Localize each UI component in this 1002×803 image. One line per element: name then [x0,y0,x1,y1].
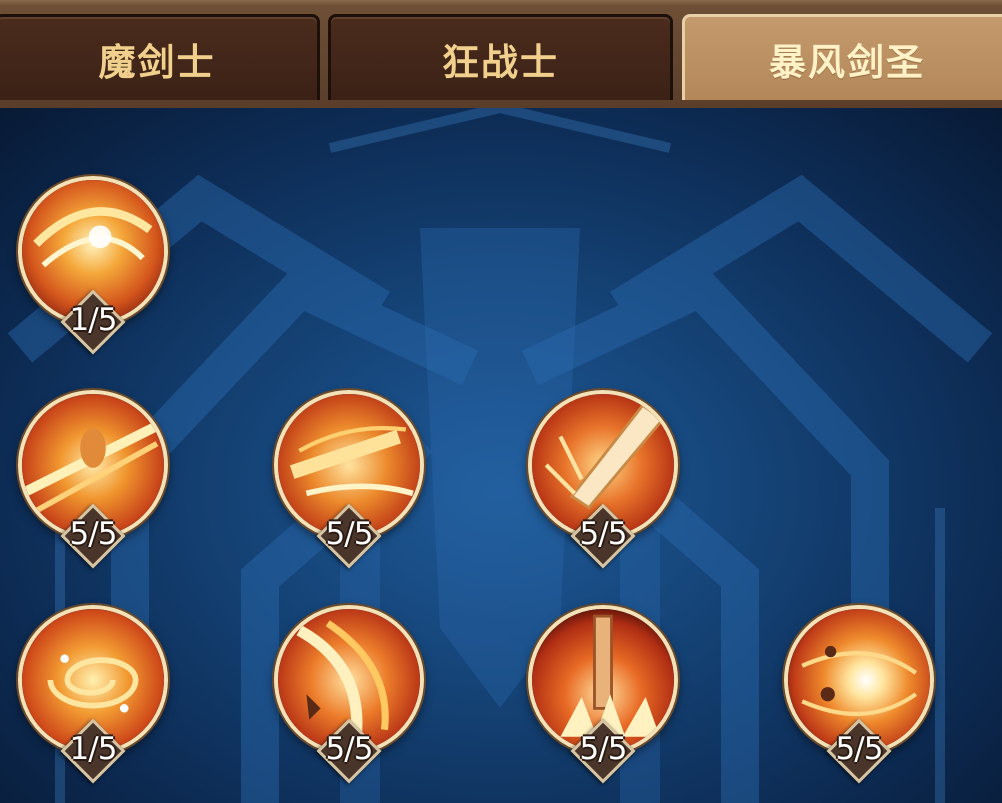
skill-level-badge: 5/5 [567,715,639,787]
class-tab-bar: 魔剑士 狂战士 暴风剑圣 [0,0,1002,108]
skill-level-badge: 5/5 [313,500,385,572]
skill-node-8[interactable]: 5/5 [784,605,934,784]
tab-baofengjiansheng[interactable]: 暴风剑圣 [682,14,1002,100]
skill-level-badge: 1/5 [57,715,129,787]
skill-level-badge: 5/5 [567,500,639,572]
skill-level-badge: 5/5 [57,500,129,572]
tab-kuangzhanshi[interactable]: 狂战士 [328,14,673,100]
skill-level-badge: 5/5 [823,715,895,787]
skill-node-1[interactable]: 1/5 [18,176,168,355]
tab-mojianshi[interactable]: 魔剑士 [0,14,320,100]
skill-node-5[interactable]: 1/5 [18,605,168,784]
skill-level-badge: 1/5 [57,286,129,358]
skill-node-2[interactable]: 5/5 [18,390,168,569]
skill-level-badge: 5/5 [313,715,385,787]
skill-node-3[interactable]: 5/5 [274,390,424,569]
skill-node-6[interactable]: 5/5 [274,605,424,784]
skill-node-7[interactable]: 5/5 [528,605,678,784]
skill-node-4[interactable]: 5/5 [528,390,678,569]
